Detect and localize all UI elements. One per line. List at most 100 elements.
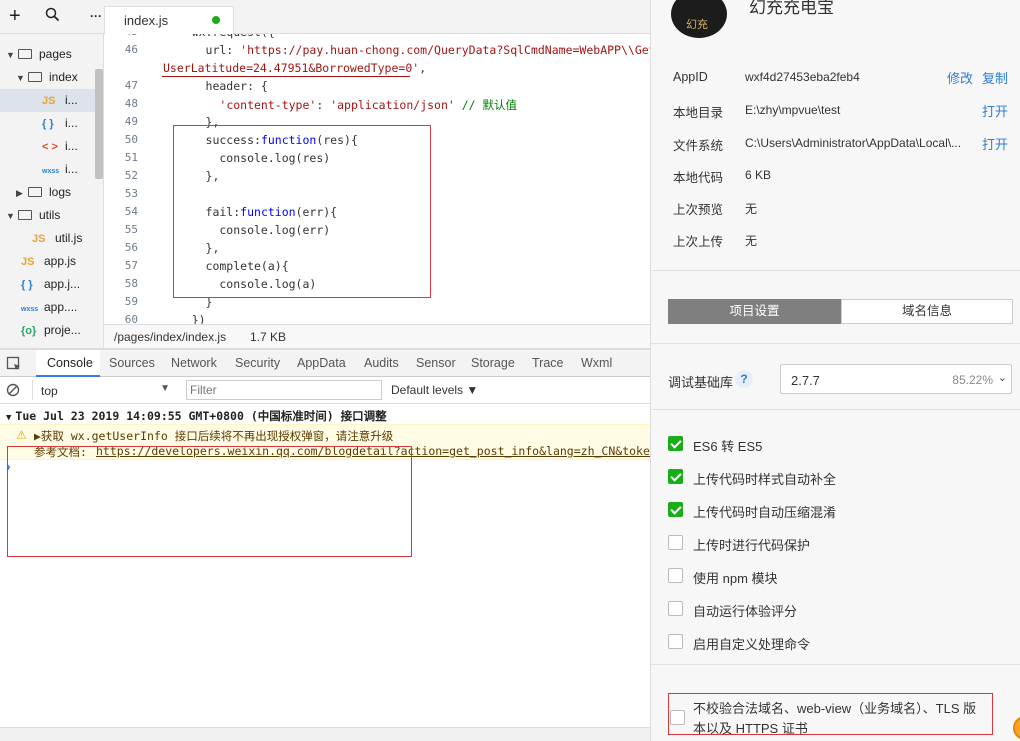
- file-tree: ▼ pages ▼ index JS i... { } i... < > i... wxs…: [0, 34, 104, 350]
- console-filter-input[interactable]: [186, 380, 382, 400]
- inspect-icon[interactable]: [6, 356, 22, 375]
- dropdown-arrow-icon: ▼: [160, 383, 170, 394]
- checkbox-option[interactable]: [668, 634, 683, 649]
- wxss-file-icon: wxss: [21, 306, 39, 313]
- info-value-lastupload: 无: [745, 234, 758, 248]
- code-token: ,: [419, 61, 427, 75]
- code-line[interactable]: url: 'https://pay.huan-chong.com/QueryDa…: [164, 43, 650, 57]
- checkbox-option[interactable]: [668, 469, 683, 484]
- annotation-box-code: [173, 125, 431, 298]
- line-number: 46: [124, 43, 138, 56]
- caret-down-icon: ▼: [6, 50, 15, 60]
- console-group-header[interactable]: ▼ Tue Jul 23 2019 14:09:55 GMT+0800 (中国标准…: [0, 404, 650, 424]
- divider: [651, 409, 1020, 410]
- line-number: 55: [124, 223, 138, 236]
- checkbox-option[interactable]: [668, 436, 683, 451]
- clear-console-icon[interactable]: [6, 383, 20, 400]
- open-localdir-link[interactable]: 打开: [982, 101, 1008, 120]
- open-filesystem-link[interactable]: 打开: [982, 134, 1008, 153]
- tree-item-index-js[interactable]: JS i...: [0, 89, 95, 112]
- lib-version-select[interactable]: 2.7.7 85.22% ⌄: [780, 364, 1012, 394]
- warning-text: ▶获取 wx.getUserInfo 接口后续将不再出现授权弹窗，请注意升级: [34, 429, 394, 443]
- modify-appid-link[interactable]: 修改: [947, 68, 973, 87]
- checkbox-skip-domain-check[interactable]: [670, 710, 685, 725]
- tree-item-project-config[interactable]: {o} proje...: [21, 319, 81, 342]
- ellipsis-icon[interactable]: ···: [90, 9, 102, 23]
- js-file-icon: JS: [42, 95, 56, 107]
- code-line[interactable]: 'content-type': 'application/json' // 默认…: [164, 97, 517, 113]
- tab-console[interactable]: Console: [47, 356, 93, 370]
- devtools-tabbar: Console Sources Network Security AppData…: [0, 350, 650, 377]
- code-line[interactable]: wx.request({: [164, 34, 275, 39]
- tab-sensor[interactable]: Sensor: [416, 356, 456, 370]
- sidebar-scrollbar[interactable]: [95, 69, 103, 179]
- tree-item-index-wxml[interactable]: < > i...: [42, 135, 78, 158]
- divider: [651, 270, 1020, 271]
- tab-network[interactable]: Network: [171, 356, 217, 370]
- tab-sources[interactable]: Sources: [109, 356, 155, 370]
- tree-item-util-js[interactable]: JS util.js: [32, 227, 82, 250]
- checkbox-option[interactable]: [668, 535, 683, 550]
- project-panel: 幻充 幻充充电宝 AppID wxf4d27453eba2feb4 修改 复制 …: [650, 0, 1020, 741]
- skip-domain-check-line2: 本以及 HTTPS 证书: [693, 721, 808, 736]
- context-select[interactable]: top ▼: [32, 380, 174, 400]
- info-value-lastpreview: 无: [745, 202, 758, 216]
- floating-action-icon[interactable]: [1013, 716, 1020, 740]
- search-icon[interactable]: [45, 7, 60, 27]
- lib-share: 85.22%: [952, 373, 993, 387]
- code-line[interactable]: header: {: [164, 79, 268, 93]
- chevron-down-icon: ⌄: [997, 372, 1007, 384]
- tab-project-settings[interactable]: 项目设置: [668, 299, 841, 324]
- tree-item-utils[interactable]: ▼ utils: [6, 204, 60, 227]
- info-value-filesystem: C:\Users\Administrator\AppData\Local\...: [745, 136, 962, 150]
- tree-item-index-json[interactable]: { } i...: [42, 112, 78, 135]
- folder-icon: [18, 210, 32, 220]
- tree-item-index-folder[interactable]: ▼ index: [16, 66, 96, 89]
- info-value-localcode: 6 KB: [745, 168, 772, 182]
- checkbox-option[interactable]: [668, 502, 683, 517]
- horizontal-scrollbar[interactable]: [0, 727, 650, 741]
- code-token: header: {: [164, 79, 268, 93]
- checkbox-option[interactable]: [668, 568, 683, 583]
- tree-item-logs[interactable]: ▶ logs: [16, 181, 71, 204]
- code-token: 'https://pay.huan-chong.com/QueryData?Sq…: [240, 43, 650, 57]
- tab-storage[interactable]: Storage: [471, 356, 515, 370]
- line-number: 58: [124, 277, 138, 290]
- info-value-localdir: E:\zhy\mpvue\test: [745, 103, 841, 117]
- tab-label: index.js: [124, 13, 169, 28]
- code-line[interactable]: }): [164, 313, 206, 324]
- option-label: ES6 转 ES5: [693, 439, 763, 454]
- checkbox-option[interactable]: [668, 601, 683, 616]
- line-number: 56: [124, 241, 138, 254]
- line-number: 49: [124, 115, 138, 128]
- editor-topbar: + ··· index.js: [0, 0, 650, 34]
- tab-domain-info[interactable]: 域名信息: [841, 299, 1013, 324]
- copy-appid-link[interactable]: 复制: [982, 68, 1008, 87]
- code-token: 'application/json': [330, 98, 455, 112]
- tree-item-index-wxss[interactable]: wxss i...: [42, 158, 78, 181]
- tab-wxml[interactable]: Wxml: [581, 356, 612, 370]
- tab-audits[interactable]: Audits: [364, 356, 399, 370]
- tab-trace[interactable]: Trace: [532, 356, 564, 370]
- unsaved-dot-icon: [212, 16, 220, 24]
- wxss-file-icon: wxss: [42, 168, 60, 175]
- code-token: url:: [164, 43, 241, 57]
- lib-label: 调试基础库: [668, 375, 734, 390]
- code-line[interactable]: UserLatitude=24.47951&BorrowedType=0',: [163, 61, 426, 75]
- tree-item-app-wxss[interactable]: wxss app....: [21, 296, 77, 319]
- tab-appdata[interactable]: AppData: [297, 356, 346, 370]
- project-avatar: 幻充: [671, 0, 727, 38]
- levels-select[interactable]: Default levels ▼: [391, 383, 478, 397]
- option-label: 上传代码时自动压缩混淆: [693, 505, 837, 520]
- help-icon[interactable]: ?: [735, 370, 753, 388]
- file-path: /pages/index/index.js: [114, 330, 227, 344]
- option-label: 上传时进行代码保护: [693, 538, 811, 553]
- tree-item-app-json[interactable]: { } app.j...: [21, 273, 80, 296]
- plus-icon[interactable]: +: [9, 5, 21, 28]
- lib-version: 2.7.7: [791, 373, 820, 388]
- info-key-appid: AppID: [673, 70, 708, 84]
- tree-item-app-js[interactable]: JS app.js: [21, 250, 76, 273]
- tab-security[interactable]: Security: [235, 356, 280, 370]
- info-key-filesystem: 文件系统: [673, 139, 724, 153]
- tree-item-pages[interactable]: ▼ pages: [6, 43, 96, 66]
